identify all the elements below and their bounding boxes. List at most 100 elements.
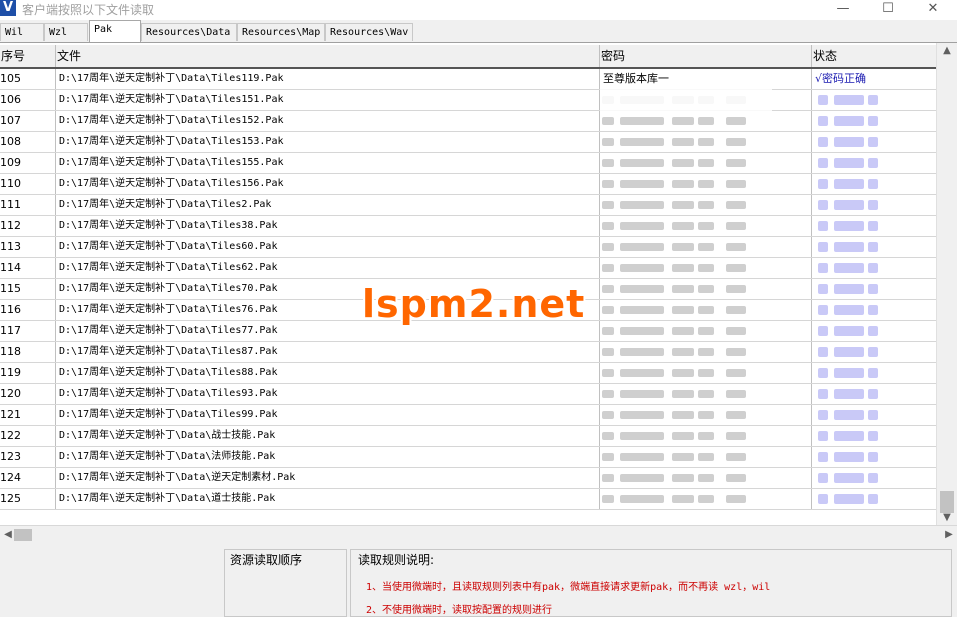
file-path: D:\17周年\逆天定制补丁\Data\战士技能.Pak <box>56 426 600 446</box>
scroll-right-icon[interactable]: ▶ <box>941 526 957 544</box>
table-row[interactable]: 125 D:\17周年\逆天定制补丁\Data\道士技能.Pak <box>0 489 936 510</box>
redacted-text <box>672 327 694 335</box>
status-cell <box>812 132 936 152</box>
row-number: 117 <box>0 321 56 341</box>
redacted-text <box>818 326 828 336</box>
redacted-text <box>672 285 694 293</box>
redacted-text <box>698 411 714 419</box>
redacted-text <box>818 137 828 147</box>
redacted-text <box>868 284 878 294</box>
redacted-text <box>698 306 714 314</box>
status-cell <box>812 258 936 278</box>
table-row[interactable]: 107 D:\17周年\逆天定制补丁\Data\Tiles152.Pak <box>0 111 936 132</box>
redacted-text <box>834 284 864 294</box>
table-row[interactable]: 120 D:\17周年\逆天定制补丁\Data\Tiles93.Pak <box>0 384 936 405</box>
tab-resources-wav[interactable]: Resources\Wav <box>325 23 413 41</box>
table-row[interactable]: 109 D:\17周年\逆天定制补丁\Data\Tiles155.Pak <box>0 153 936 174</box>
file-path: D:\17周年\逆天定制补丁\Data\Tiles152.Pak <box>56 111 600 131</box>
redacted-text <box>672 264 694 272</box>
scroll-up-icon[interactable]: ▲ <box>937 43 957 59</box>
file-path: D:\17周年\逆天定制补丁\Data\Tiles87.Pak <box>56 342 600 362</box>
tab-bar: Wil Wzl Pak Resources\Data Resources\Map… <box>0 20 957 42</box>
tab-wil[interactable]: Wil <box>0 23 44 41</box>
redacted-text <box>620 348 664 356</box>
redacted-text <box>726 432 746 440</box>
table-row[interactable]: 123 D:\17周年\逆天定制补丁\Data\法师技能.Pak <box>0 447 936 468</box>
status-cell <box>812 384 936 404</box>
redacted-text <box>818 116 828 126</box>
redacted-text <box>834 116 864 126</box>
column-header-password[interactable]: 密码 <box>600 45 812 67</box>
redacted-text <box>868 473 878 483</box>
redacted-text <box>620 117 664 125</box>
table-row[interactable]: 110 D:\17周年\逆天定制补丁\Data\Tiles156.Pak <box>0 174 936 195</box>
table-row[interactable]: 118 D:\17周年\逆天定制补丁\Data\Tiles87.Pak <box>0 342 936 363</box>
maximize-button[interactable]: ☐ <box>868 0 908 20</box>
table-row[interactable]: 122 D:\17周年\逆天定制补丁\Data\战士技能.Pak <box>0 426 936 447</box>
tab-pak[interactable]: Pak <box>89 20 141 42</box>
tab-resources-data[interactable]: Resources\Data <box>141 23 237 41</box>
status-cell <box>812 363 936 383</box>
redacted-text <box>834 221 864 231</box>
column-header-no[interactable]: 序号 <box>0 45 56 67</box>
table-row[interactable]: 106 D:\17周年\逆天定制补丁\Data\Tiles151.Pak <box>0 90 936 111</box>
redacted-text <box>868 137 878 147</box>
row-number: 105 <box>0 69 56 89</box>
redacted-text <box>602 390 614 398</box>
row-number: 123 <box>0 447 56 467</box>
redacted-text <box>834 263 864 273</box>
redacted-text <box>726 180 746 188</box>
redacted-text <box>818 452 828 462</box>
redacted-text <box>726 348 746 356</box>
status-cell <box>812 426 936 446</box>
password-cell <box>600 405 812 425</box>
redacted-text <box>698 159 714 167</box>
status-cell <box>812 174 936 194</box>
redacted-text <box>672 495 694 503</box>
password-cell <box>600 216 812 236</box>
rules-title: 读取规则说明: <box>358 553 435 567</box>
status-cell <box>812 111 936 131</box>
scroll-down-icon[interactable]: ▼ <box>937 510 957 526</box>
redacted-text <box>818 179 828 189</box>
redacted-text <box>818 494 828 504</box>
redacted-text <box>868 263 878 273</box>
redacted-text <box>868 221 878 231</box>
row-number: 106 <box>0 90 56 110</box>
redacted-text <box>818 389 828 399</box>
redacted-text <box>672 369 694 377</box>
redacted-text <box>818 284 828 294</box>
table-row[interactable]: 124 D:\17周年\逆天定制补丁\Data\逆天定制素材.Pak <box>0 468 936 489</box>
redacted-text <box>868 368 878 378</box>
redacted-text <box>672 306 694 314</box>
minimize-button[interactable]: — <box>823 0 863 20</box>
redacted-text <box>698 285 714 293</box>
horizontal-scrollbar[interactable]: ◀ ▶ <box>0 525 957 544</box>
table-row[interactable]: 114 D:\17周年\逆天定制补丁\Data\Tiles62.Pak <box>0 258 936 279</box>
status-cell <box>812 279 936 299</box>
close-button[interactable]: ✕ <box>913 0 953 20</box>
redacted-text <box>620 264 664 272</box>
redacted-text <box>672 243 694 251</box>
table-row[interactable]: 112 D:\17周年\逆天定制补丁\Data\Tiles38.Pak <box>0 216 936 237</box>
redacted-text <box>818 158 828 168</box>
row-number: 120 <box>0 384 56 404</box>
column-header-file[interactable]: 文件 <box>56 45 600 67</box>
password-cell <box>600 489 812 509</box>
redacted-text <box>698 348 714 356</box>
table-row[interactable]: 119 D:\17周年\逆天定制补丁\Data\Tiles88.Pak <box>0 363 936 384</box>
column-header-status[interactable]: 状态 <box>812 45 936 67</box>
redacted-text <box>620 411 664 419</box>
password-cell <box>600 237 812 257</box>
redacted-text <box>620 369 664 377</box>
table-row[interactable]: 113 D:\17周年\逆天定制补丁\Data\Tiles60.Pak <box>0 237 936 258</box>
table-row[interactable]: 105 D:\17周年\逆天定制补丁\Data\Tiles119.Pak 至尊版本库… <box>0 69 936 90</box>
horizontal-scroll-thumb[interactable] <box>14 529 32 541</box>
table-row[interactable]: 111 D:\17周年\逆天定制补丁\Data\Tiles2.Pak <box>0 195 936 216</box>
tab-resources-map[interactable]: Resources\Map <box>237 23 325 41</box>
tab-wzl[interactable]: Wzl <box>44 23 88 41</box>
redacted-text <box>698 432 714 440</box>
vertical-scrollbar[interactable]: ▲ ▼ <box>936 43 957 526</box>
table-row[interactable]: 121 D:\17周年\逆天定制补丁\Data\Tiles99.Pak <box>0 405 936 426</box>
table-row[interactable]: 108 D:\17周年\逆天定制补丁\Data\Tiles153.Pak <box>0 132 936 153</box>
